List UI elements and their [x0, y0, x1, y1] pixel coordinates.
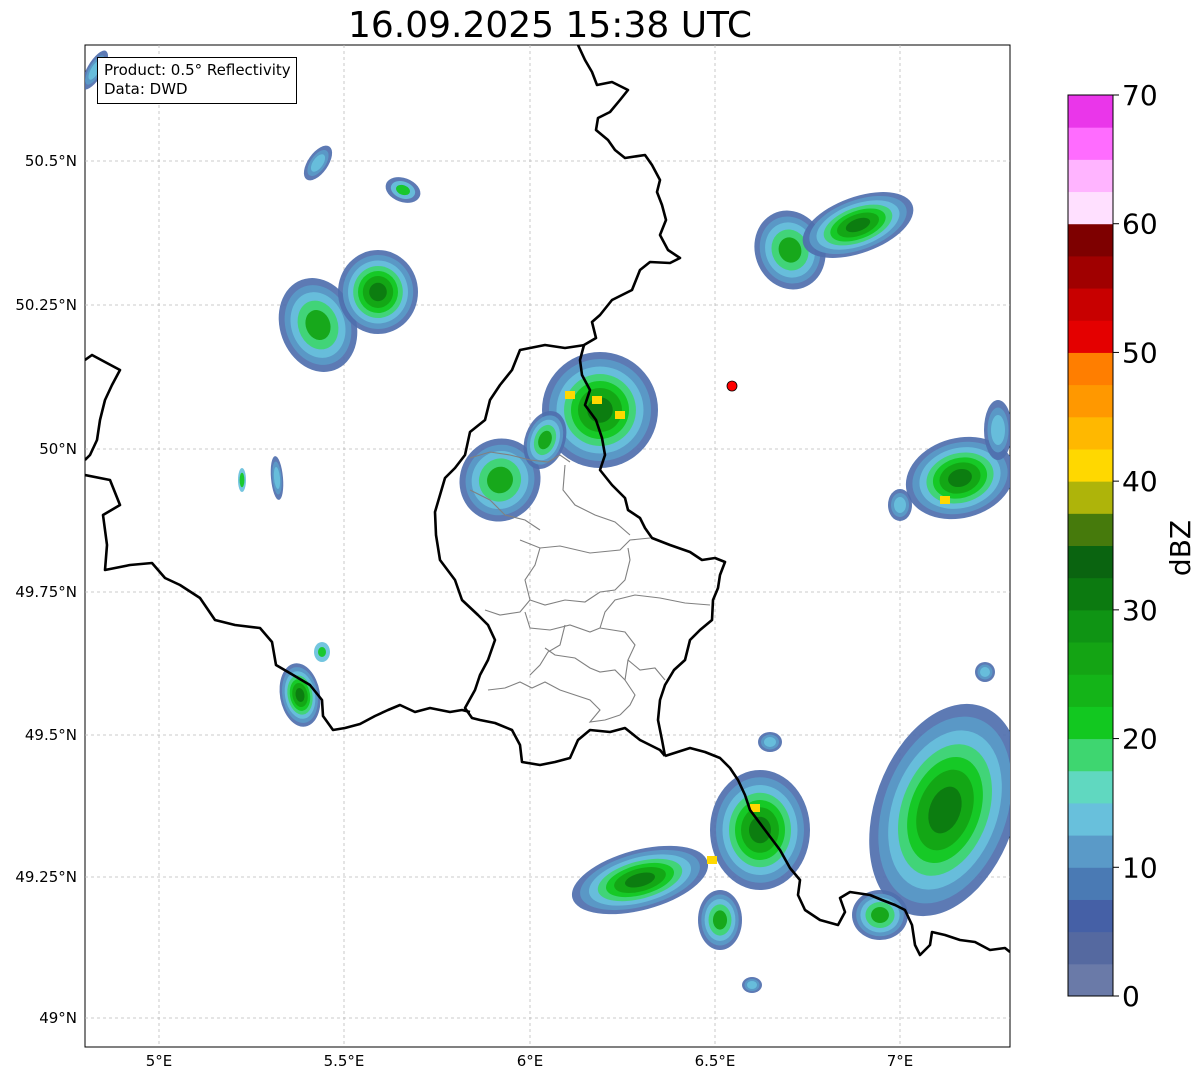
- colorbar-band: [1068, 95, 1113, 128]
- lon-tick: 7°E: [887, 1052, 914, 1070]
- colorbar-band: [1068, 835, 1113, 868]
- colorbar-tick-label: 40: [1122, 465, 1158, 498]
- echo-cell: [975, 662, 995, 682]
- echo-cell: [742, 977, 762, 993]
- echo-core: [940, 496, 950, 504]
- lat-tick: 49°N: [39, 1009, 77, 1027]
- colorbar-tick-label: 50: [1122, 336, 1158, 369]
- colorbar-band: [1068, 255, 1113, 289]
- echo-core: [592, 396, 602, 404]
- colorbar-tick-label: 60: [1122, 208, 1158, 241]
- colorbar-band: [1068, 738, 1113, 772]
- echo-core: [565, 391, 575, 399]
- echo-cell: [852, 890, 908, 940]
- echo-cell: [888, 489, 912, 521]
- colorbar-band: [1068, 513, 1113, 546]
- colorbar-band: [1068, 609, 1113, 643]
- colorbar-band: [1068, 642, 1113, 675]
- colorbar-band: [1068, 223, 1113, 257]
- colorbar-band: [1068, 127, 1113, 160]
- colorbar-tick-label: 20: [1122, 723, 1158, 756]
- product-label: Product: 0.5° Reflectivity: [104, 61, 291, 79]
- echo-cell: [984, 400, 1010, 460]
- colorbar-band: [1068, 384, 1113, 418]
- data-source-label: Data: DWD: [104, 80, 188, 98]
- radar-site-marker: [726, 380, 738, 392]
- lat-tick: 50.25°N: [15, 296, 77, 314]
- colorbar-band: [1068, 674, 1113, 707]
- colorbar-tick-label: 30: [1122, 594, 1158, 627]
- colorbar-band: [1068, 867, 1113, 900]
- info-box: Product: 0.5° Reflectivity Data: DWD: [97, 57, 297, 104]
- colorbar-band: [1068, 802, 1113, 836]
- colorbar-band: [1068, 159, 1113, 193]
- colorbar-band: [1068, 191, 1113, 225]
- colorbar-tick-label: 70: [1122, 79, 1158, 112]
- colorbar-band: [1068, 706, 1113, 740]
- lat-tick: 50.5°N: [25, 152, 77, 170]
- echo-cell: [698, 890, 742, 950]
- radar-map: 5°E 5.5°E 6°E 6.5°E 7°E 50.5°N 50.25°N 5…: [15, 44, 1197, 1070]
- colorbar-ticks: 0 10 20 30 40 50 60 70: [1113, 79, 1158, 1013]
- echo-cell: [314, 642, 330, 662]
- colorbar-tick-label: 0: [1122, 980, 1140, 1013]
- colorbar-band: [1068, 770, 1113, 804]
- lon-tick: 6.5°E: [695, 1052, 736, 1070]
- lon-tick: 5°E: [146, 1052, 173, 1070]
- lat-tick: 49.25°N: [15, 868, 77, 886]
- colorbar-band: [1068, 416, 1113, 450]
- colorbar-label: dBZ: [1164, 520, 1197, 576]
- colorbar-band: [1068, 577, 1113, 611]
- colorbar-tick-label: 10: [1122, 851, 1158, 884]
- colorbar-band: [1068, 352, 1113, 386]
- colorbar: 0 10 20 30 40 50 60 70 dBZ: [1067, 79, 1197, 1013]
- echo-core: [615, 411, 625, 419]
- echo-cell: [758, 732, 782, 752]
- colorbar-bands: [1068, 95, 1113, 997]
- colorbar-band: [1068, 899, 1113, 933]
- latitude-axis: 50.5°N 50.25°N 50°N 49.75°N 49.5°N 49.25…: [15, 152, 77, 1027]
- echo-cell: [238, 468, 246, 492]
- lat-tick: 49.75°N: [15, 583, 77, 601]
- colorbar-band: [1068, 931, 1113, 965]
- colorbar-band: [1068, 320, 1113, 353]
- lat-tick: 49.5°N: [25, 726, 77, 744]
- lat-tick: 50°N: [39, 440, 77, 458]
- colorbar-band: [1068, 288, 1113, 321]
- colorbar-band: [1068, 963, 1113, 997]
- echo-cell: [338, 250, 418, 334]
- lon-tick: 6°E: [517, 1052, 544, 1070]
- colorbar-band: [1068, 545, 1113, 579]
- longitude-axis: 5°E 5.5°E 6°E 6.5°E 7°E: [146, 1052, 914, 1070]
- lon-tick: 5.5°E: [324, 1052, 365, 1070]
- colorbar-band: [1068, 448, 1113, 482]
- echo-core: [707, 856, 717, 864]
- colorbar-band: [1068, 481, 1113, 514]
